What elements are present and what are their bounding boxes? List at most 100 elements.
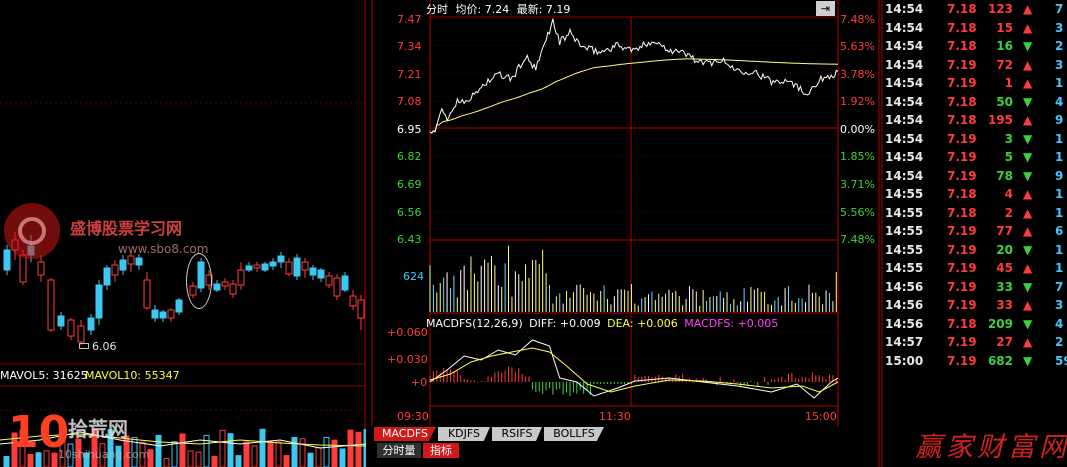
tick-price: 7.18 xyxy=(947,94,977,109)
candle-body xyxy=(127,255,135,265)
tab-indicator[interactable]: 指标 xyxy=(423,443,459,458)
tab-volume[interactable]: 分时量 xyxy=(377,443,421,458)
candle-body xyxy=(253,264,261,269)
logo-text: 拾荒网 xyxy=(68,417,128,441)
tick-count: 1 xyxy=(1055,205,1064,220)
left-volume-bar xyxy=(331,439,338,467)
left-volume-bar xyxy=(243,441,250,467)
tick-row: 14:56 7.19 33 ▲ 3 xyxy=(877,296,1064,315)
tick-row: 14:54 7.19 1 ▲ 1 xyxy=(877,74,1063,93)
tick-price: 7.18 xyxy=(947,2,977,16)
tick-count: 6 xyxy=(1055,224,1064,238)
tick-volume: 3 xyxy=(1004,131,1013,146)
tick-row: 14:54 7.18 195 ▲ 9 xyxy=(877,111,1063,130)
candle-body xyxy=(87,317,95,331)
macd-dea: DEA: +0.006 xyxy=(607,317,678,330)
left-volume-bar xyxy=(251,445,258,467)
tick-row: 14:57 7.19 27 ▲ 2 xyxy=(877,333,1063,352)
arrow-up-icon: ▲ xyxy=(1023,335,1033,349)
candle-body xyxy=(103,267,111,286)
tick-list: 14:54 7.18 123 ▲ 7 14:54 7.18 15 ▲ 3 14:54 7.18 16 ▼ 2… xyxy=(877,0,1067,390)
left-volume-bar xyxy=(267,441,274,467)
tab-kdjfs[interactable]: KDJFS xyxy=(438,427,490,441)
candle-body xyxy=(37,261,45,276)
tick-time: 15:00 xyxy=(885,353,924,368)
mavol10-label: MAVOL10: 55347 xyxy=(85,369,180,382)
left-volume-bar xyxy=(355,431,362,467)
tab-macdfs[interactable]: MACDFS xyxy=(374,427,436,441)
tick-time: 14:55 xyxy=(885,242,924,257)
low-price-marker xyxy=(79,343,89,349)
arrow-up-icon: ▲ xyxy=(1023,187,1033,201)
macd-axis-2: +0.030 xyxy=(387,353,428,366)
tick-price: 7.19 xyxy=(947,261,977,275)
tick-row: 14:54 7.19 72 ▲ 3 xyxy=(877,56,1063,75)
tick-volume: 15 xyxy=(996,20,1013,35)
candle-body xyxy=(269,261,277,267)
tick-count: 3 xyxy=(1055,298,1064,312)
tick-time: 14:55 xyxy=(885,261,924,275)
left-volume-bar xyxy=(179,433,186,467)
left-volume-bar xyxy=(283,455,290,467)
tick-volume: 123 xyxy=(987,2,1013,16)
left-volume-bar xyxy=(315,447,322,467)
tick-time: 14:54 xyxy=(885,94,924,109)
left-volume-bar xyxy=(187,450,194,467)
left-volume-bar xyxy=(363,429,366,467)
tick-volume: 72 xyxy=(996,57,1013,72)
tick-row: 14:54 7.18 15 ▲ 3 xyxy=(877,19,1064,38)
left-volume-bar xyxy=(235,455,242,467)
candle-body xyxy=(151,309,159,319)
candle-body xyxy=(285,261,293,275)
candle-body xyxy=(213,283,221,291)
tick-time: 14:55 xyxy=(885,187,924,201)
kline-panel[interactable]: 盛博股票学习网 www.sbo8.com 6.06 MAVOL5: 31625 … xyxy=(0,0,366,467)
tick-row: 14:54 7.19 78 ▼ 9 xyxy=(877,167,1064,186)
arrow-down-icon: ▼ xyxy=(1023,94,1033,109)
tick-time: 14:54 xyxy=(885,76,924,90)
macd-diff: DIFF: +0.009 xyxy=(529,317,601,330)
tick-time: 14:56 xyxy=(885,316,924,331)
tick-volume: 78 xyxy=(996,168,1013,183)
tab-bollfs[interactable]: BOLLFS xyxy=(544,427,604,441)
tick-time: 14:55 xyxy=(885,205,924,220)
candle-body xyxy=(95,284,103,319)
candle-body xyxy=(317,269,325,279)
tick-panel[interactable]: 14:54 7.18 123 ▲ 7 14:54 7.18 15 ▲ 3 14:54 7.18 16 ▼ 2… xyxy=(877,0,1067,467)
tick-volume: 1 xyxy=(1004,76,1013,90)
candle-body xyxy=(221,281,229,287)
tick-volume: 2 xyxy=(1004,205,1013,220)
tick-volume: 209 xyxy=(987,316,1013,331)
tick-price: 7.19 xyxy=(947,279,977,294)
price-line xyxy=(429,18,839,134)
tick-row: 14:55 7.18 4 ▲ 1 xyxy=(877,185,1064,204)
tick-price: 7.18 xyxy=(947,39,977,53)
tick-volume: 5 xyxy=(1004,150,1013,164)
left-volume-bar xyxy=(339,448,346,467)
candle-body xyxy=(341,275,349,291)
tick-count: 1 xyxy=(1055,150,1064,164)
candle-body xyxy=(245,265,253,271)
candle-body xyxy=(237,269,245,286)
time-label-close: 15:00 xyxy=(805,410,837,423)
tab-rsifs[interactable]: RSIFS xyxy=(492,427,542,441)
left-volume-bar xyxy=(211,455,218,467)
tick-price: 7.19 xyxy=(947,353,977,368)
tick-count: 9 xyxy=(1055,168,1064,183)
tick-count: 3 xyxy=(1055,20,1064,35)
tick-volume: 50 xyxy=(996,94,1013,109)
tick-time: 14:54 xyxy=(885,131,924,146)
arrow-up-icon: ▲ xyxy=(1023,298,1033,312)
tick-price: 7.19 xyxy=(947,76,977,90)
candle-body xyxy=(349,295,357,307)
tick-time: 14:55 xyxy=(885,224,924,238)
tick-volume: 33 xyxy=(996,279,1013,294)
candlestick-chart xyxy=(3,232,365,345)
arrow-down-icon: ▼ xyxy=(1023,242,1033,257)
intraday-panel[interactable]: 分时 均价: 7.24 最新: 7.19 ⇥ 7.47 7.34 7.21 7.08 6… xyxy=(371,0,877,467)
tick-row: 14:55 7.19 77 ▲ 6 xyxy=(877,222,1064,241)
tick-count: 1 xyxy=(1055,187,1064,201)
candle-body xyxy=(111,264,119,276)
average-price-line xyxy=(429,58,838,134)
left-volume-bar xyxy=(219,429,226,467)
